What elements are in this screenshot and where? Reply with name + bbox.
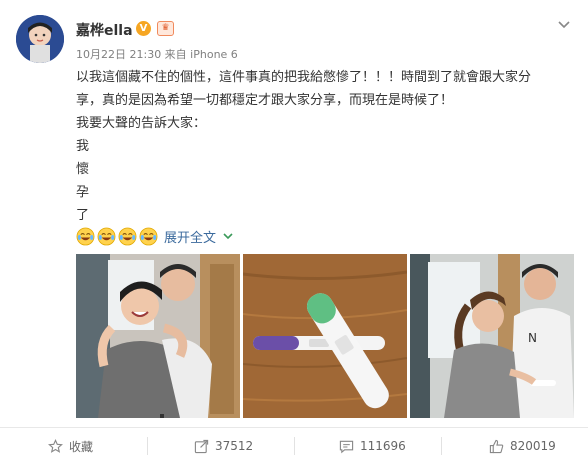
post-line: 懷 (76, 162, 90, 177)
post-line: 我 (76, 139, 90, 154)
separator (147, 437, 148, 455)
expand-full-text-link[interactable]: 展开全文 (164, 227, 216, 246)
emoji-row: 展开全文 (76, 226, 234, 246)
comment-button[interactable]: 111696 (339, 438, 406, 454)
laugh-cry-emoji-icon (76, 227, 95, 245)
post-meta: 10月22日 21:30 来自 iPhone 6 (76, 48, 238, 61)
svg-text:N: N (528, 331, 537, 345)
post-text: 以我這個藏不住的個性，這件事真的把我給憋慘了！！！時間到了就會跟大家分 享，真的… (76, 66, 576, 227)
post-line: 了 (76, 208, 90, 223)
share-icon (194, 439, 209, 453)
separator (441, 437, 442, 455)
laugh-cry-emoji-icon (118, 227, 137, 245)
comment-count: 111696 (360, 439, 406, 453)
like-count: 820019 (510, 439, 556, 453)
separator (294, 437, 295, 455)
chevron-down-icon[interactable] (222, 230, 234, 242)
favorite-button[interactable]: 收藏 (48, 438, 93, 454)
comment-icon (339, 440, 354, 453)
star-icon (48, 438, 63, 453)
forward-button[interactable]: 37512 (194, 438, 253, 454)
post-line: 享，真的是因為希望一切都穩定才跟大家分享，而現在是時候了！ (76, 93, 454, 108)
chevron-down-icon[interactable] (556, 16, 572, 32)
post-line: 以我這個藏不住的個性，這件事真的把我給憋慘了！！！時間到了就會跟大家分 (76, 70, 532, 85)
post-photo-pregnancy-test[interactable] (243, 254, 407, 418)
avatar[interactable] (16, 15, 64, 63)
avatar-image (16, 15, 64, 63)
favorite-label: 收藏 (69, 439, 94, 454)
like-button[interactable]: 820019 (489, 438, 556, 454)
post-photo-couple-reveal[interactable]: N (410, 254, 574, 418)
thumbs-up-icon (489, 439, 504, 453)
post-line: 我要大聲的告訴大家： (76, 116, 207, 131)
verified-badge-icon: V (136, 21, 151, 36)
post-line: 孕 (76, 185, 90, 200)
member-badge-icon: ♛ (157, 21, 174, 36)
post-photo-couple-hug[interactable] (76, 254, 240, 418)
laugh-cry-emoji-icon (139, 227, 158, 245)
laugh-cry-emoji-icon (97, 227, 116, 245)
forward-count: 37512 (215, 439, 254, 453)
action-bar-divider (0, 427, 588, 428)
username[interactable]: 嘉桦ella (76, 20, 133, 40)
